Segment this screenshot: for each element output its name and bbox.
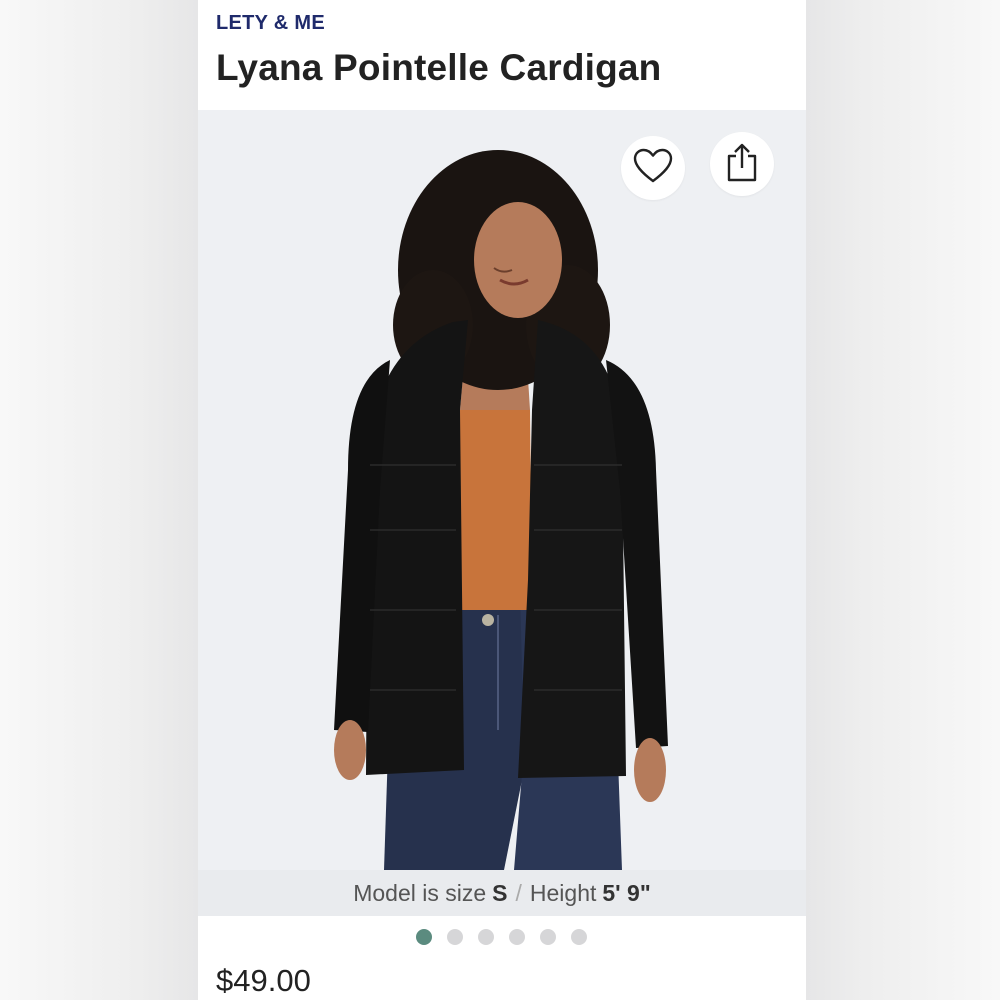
left-backdrop [0, 0, 198, 1000]
product-photo [198, 110, 806, 870]
share-icon [725, 142, 759, 187]
product-page: LETY & ME Lyana Pointelle Cardigan Model… [198, 0, 806, 1000]
product-title: Lyana Pointelle Cardigan [216, 47, 662, 88]
model-size-value: S [492, 879, 508, 906]
heart-icon [633, 148, 673, 189]
carousel-dot-active[interactable] [416, 929, 432, 945]
carousel-dot[interactable] [540, 929, 556, 945]
carousel-indicators [416, 929, 587, 945]
brand-name[interactable]: LETY & ME [216, 12, 325, 35]
model-size-caption: Model is size S / Height 5' 9" [198, 870, 806, 916]
carousel-dot[interactable] [571, 929, 587, 945]
product-image-carousel[interactable]: Model is size S / Height 5' 9" [198, 110, 806, 916]
carousel-dot[interactable] [447, 929, 463, 945]
product-price: $49.00 [216, 963, 311, 998]
model-height-label: Height [529, 879, 597, 906]
carousel-dot[interactable] [509, 929, 525, 945]
carousel-dot[interactable] [478, 929, 494, 945]
model-height-value: 5' 9" [602, 879, 651, 906]
right-backdrop [806, 0, 1000, 1000]
model-size-prefix: Model is size [353, 879, 487, 906]
caption-separator: / [515, 879, 522, 906]
share-button[interactable] [710, 132, 774, 196]
favorite-button[interactable] [621, 136, 685, 200]
